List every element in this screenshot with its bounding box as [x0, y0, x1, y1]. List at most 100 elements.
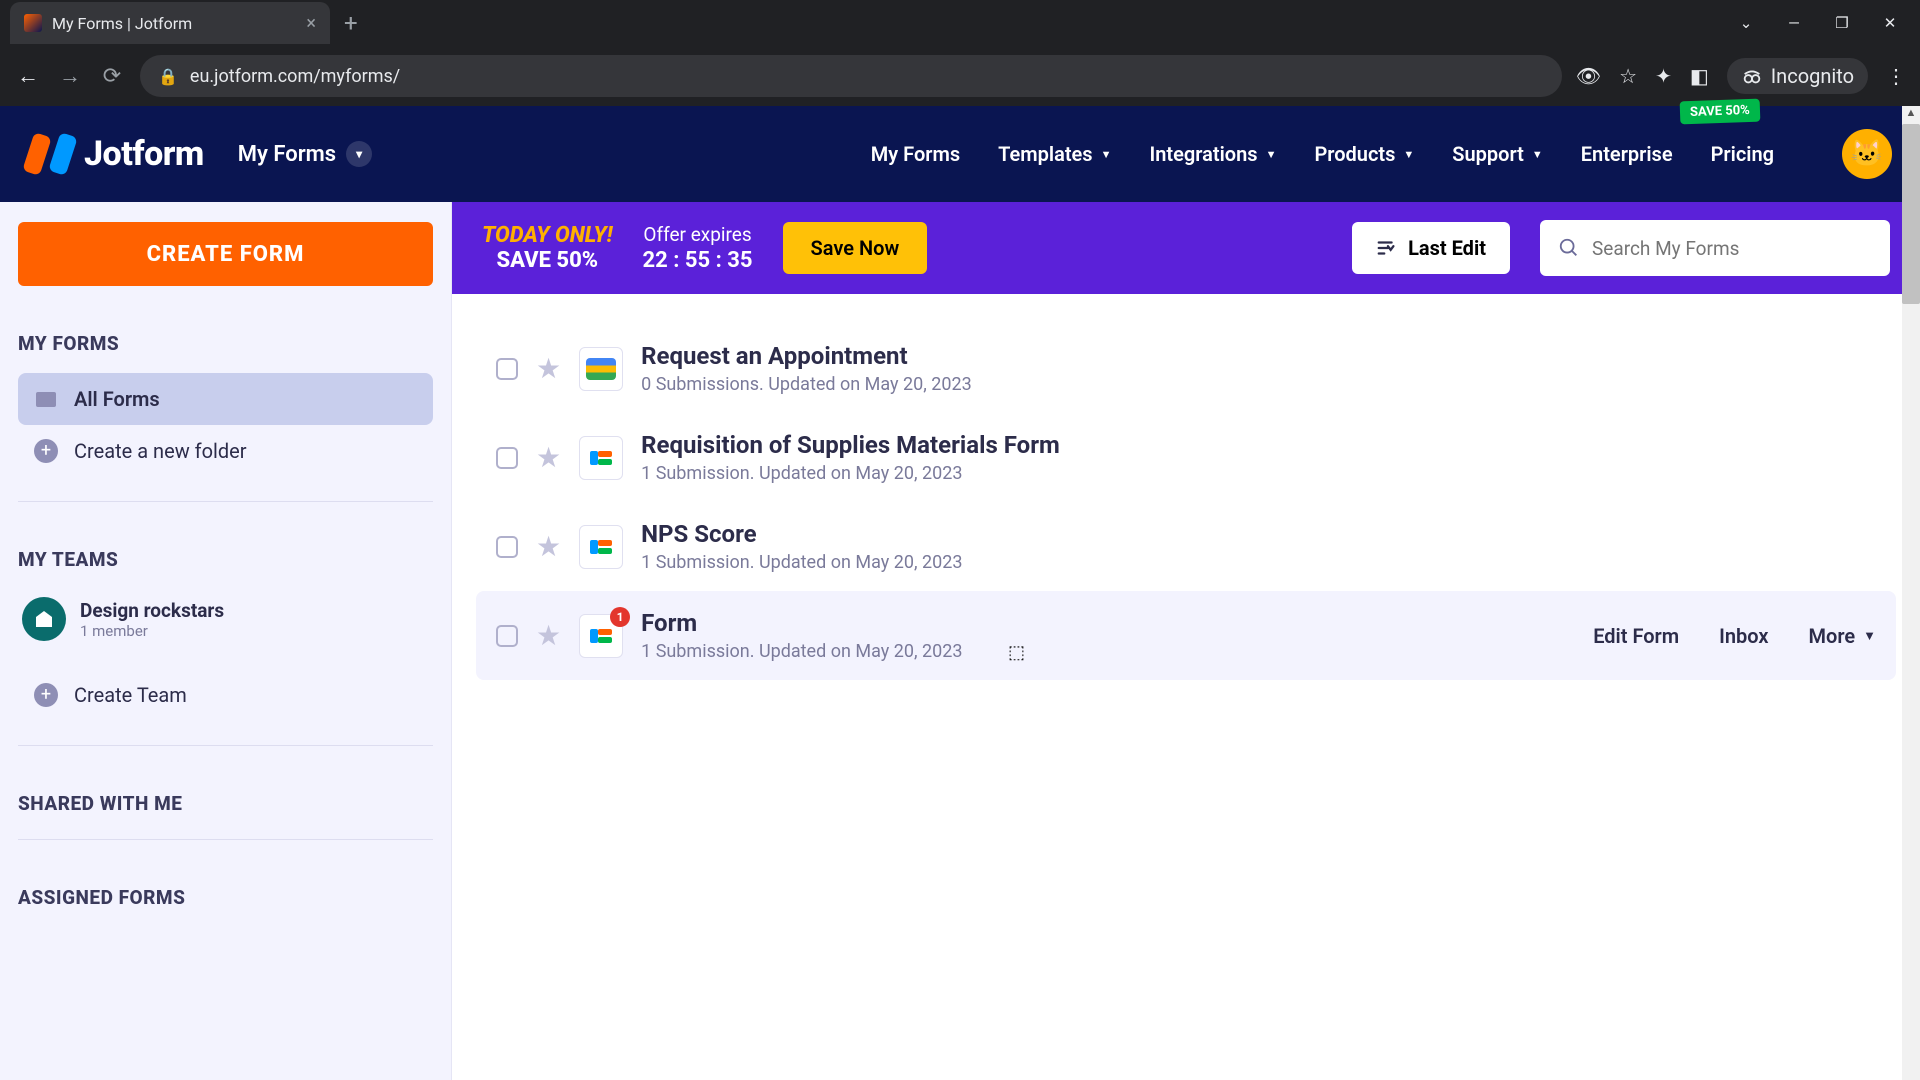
sidebar-item-team[interactable]: Design rockstars 1 member	[18, 589, 433, 649]
address-bar[interactable]: 🔒 eu.jotform.com/myforms/	[140, 55, 1562, 97]
more-button[interactable]: More ▼	[1809, 624, 1876, 648]
nav-integrations[interactable]: Integrations ▼	[1149, 142, 1276, 166]
scrollbar-thumb[interactable]	[1902, 124, 1920, 304]
context-label: My Forms	[238, 142, 336, 167]
section-my-forms: MY FORMS	[18, 332, 433, 355]
edit-form-button[interactable]: Edit Form	[1593, 624, 1679, 648]
plus-circle-icon: +	[34, 439, 58, 463]
form-meta: 1 Submission. Updated on May 20, 2023	[641, 552, 1876, 573]
logo[interactable]: Jotform	[28, 132, 204, 176]
lock-icon: 🔒	[158, 67, 178, 86]
promo-line2: SAVE 50%	[482, 248, 613, 273]
last-edit-button[interactable]: Last Edit	[1352, 222, 1510, 274]
nav-enterprise[interactable]: Enterprise	[1581, 142, 1673, 166]
sidebar-item-create-team[interactable]: + Create Team	[18, 669, 433, 721]
form-type-icon: 1	[579, 614, 623, 658]
star-icon[interactable]: ★	[536, 619, 561, 652]
checkbox[interactable]	[496, 536, 518, 558]
nav-support[interactable]: Support▼	[1452, 142, 1542, 166]
form-title: Requisition of Supplies Materials Form	[641, 431, 1876, 459]
inbox-button[interactable]: Inbox	[1719, 624, 1768, 648]
main-area: TODAY ONLY! SAVE 50% Offer expires 22 : …	[452, 202, 1920, 1080]
back-icon[interactable]: ←	[14, 63, 42, 89]
window-controls: ⌄ ― ❐ ✕	[1736, 14, 1920, 32]
minimize-icon[interactable]: ―	[1784, 14, 1804, 32]
star-icon[interactable]: ★	[536, 530, 561, 563]
divider	[18, 745, 433, 746]
save-50-badge: SAVE 50%	[1680, 99, 1761, 125]
nav-integrations-label: Integrations	[1149, 142, 1257, 166]
create-form-button[interactable]: CREATE FORM	[18, 222, 433, 286]
search-box[interactable]	[1540, 220, 1890, 276]
nav-pricing[interactable]: Pricing	[1711, 142, 1774, 166]
form-row[interactable]: ★ NPS Score 1 Submission. Updated on May…	[476, 502, 1896, 591]
kebab-menu-icon[interactable]: ⋮	[1886, 64, 1906, 88]
url-text: eu.jotform.com/myforms/	[190, 66, 400, 87]
chevron-down-icon: ▼	[1101, 148, 1112, 161]
team-meta: 1 member	[80, 622, 224, 640]
app-body: CREATE FORM MY FORMS All Forms + Create …	[0, 202, 1920, 1080]
new-tab-button[interactable]: +	[344, 9, 358, 37]
more-label: More	[1809, 624, 1856, 648]
save-now-button[interactable]: Save Now	[783, 222, 928, 274]
team-name: Design rockstars	[80, 599, 224, 622]
avatar[interactable]: 🐱	[1842, 129, 1892, 179]
sidebar: CREATE FORM MY FORMS All Forms + Create …	[0, 202, 452, 1080]
checkbox[interactable]	[496, 358, 518, 380]
create-team-label: Create Team	[74, 683, 187, 707]
sidebar-item-all-forms[interactable]: All Forms	[18, 373, 433, 425]
nav-products-label: Products	[1314, 142, 1395, 166]
forward-icon[interactable]: →	[56, 63, 84, 89]
nav-templates[interactable]: Templates ▼	[998, 142, 1111, 166]
chevron-down-icon: ▾	[346, 141, 372, 167]
reload-icon[interactable]: ⟳	[98, 64, 126, 89]
form-row[interactable]: ★ Requisition of Supplies Materials Form…	[476, 413, 1896, 502]
star-icon[interactable]: ★	[536, 352, 561, 385]
scrollbar[interactable]: ▲	[1902, 106, 1920, 1080]
star-icon[interactable]: ★	[536, 441, 561, 474]
section-assigned: ASSIGNED FORMS	[18, 886, 433, 909]
checkbox[interactable]	[496, 447, 518, 469]
divider	[18, 839, 433, 840]
promo-line1: TODAY ONLY!	[482, 223, 613, 248]
sidebar-item-new-folder[interactable]: + Create a new folder	[18, 425, 433, 477]
incognito-badge[interactable]: Incognito	[1727, 58, 1868, 94]
extensions-icon[interactable]: ✦	[1655, 64, 1672, 88]
team-avatar-icon	[22, 597, 66, 641]
new-folder-label: Create a new folder	[74, 439, 247, 463]
eye-off-icon[interactable]: 👁	[1576, 64, 1601, 88]
nav-my-forms[interactable]: My Forms	[871, 142, 960, 166]
form-type-icon	[579, 436, 623, 480]
nav-templates-label: Templates	[998, 142, 1092, 166]
context-switcher[interactable]: My Forms ▾	[238, 141, 372, 167]
logo-icon	[28, 132, 72, 176]
form-title: NPS Score	[641, 520, 1876, 548]
scroll-up-icon[interactable]: ▲	[1902, 106, 1920, 124]
plus-circle-icon: +	[34, 683, 58, 707]
all-forms-label: All Forms	[74, 387, 160, 411]
search-input[interactable]	[1592, 237, 1872, 260]
last-edit-label: Last Edit	[1408, 236, 1486, 260]
form-row[interactable]: ★ 1 Form 1 Submission. Updated on May 20…	[476, 591, 1896, 680]
checkbox[interactable]	[496, 625, 518, 647]
maximize-icon[interactable]: ❐	[1832, 14, 1852, 32]
expire-label: Offer expires	[643, 223, 753, 246]
main-nav: My Forms Templates ▼ Integrations ▼ Produc…	[871, 129, 1892, 179]
browser-tab[interactable]: My Forms | Jotform ×	[10, 2, 330, 44]
bookmark-star-icon[interactable]: ☆	[1619, 64, 1637, 88]
tab-title: My Forms | Jotform	[52, 14, 296, 33]
section-shared: SHARED WITH ME	[18, 792, 433, 815]
chevron-down-icon: ▼	[1403, 148, 1414, 161]
chevron-down-icon: ▼	[1266, 148, 1277, 161]
tab-search-icon[interactable]: ⌄	[1736, 14, 1756, 32]
row-actions: Edit Form Inbox More ▼	[1593, 624, 1876, 648]
search-icon	[1558, 237, 1580, 259]
nav-products[interactable]: Products ▼	[1314, 142, 1414, 166]
form-meta: 1 Submission. Updated on May 20, 2023	[641, 641, 1575, 662]
form-row[interactable]: ★ Request an Appointment 0 Submissions. …	[476, 324, 1896, 413]
side-panel-icon[interactable]: ◧	[1690, 64, 1709, 88]
close-icon[interactable]: ×	[306, 13, 316, 34]
close-window-icon[interactable]: ✕	[1880, 14, 1900, 32]
app-header: Jotform My Forms ▾ My Forms Templates ▼ I…	[0, 106, 1920, 202]
section-my-teams: MY TEAMS	[18, 548, 433, 571]
